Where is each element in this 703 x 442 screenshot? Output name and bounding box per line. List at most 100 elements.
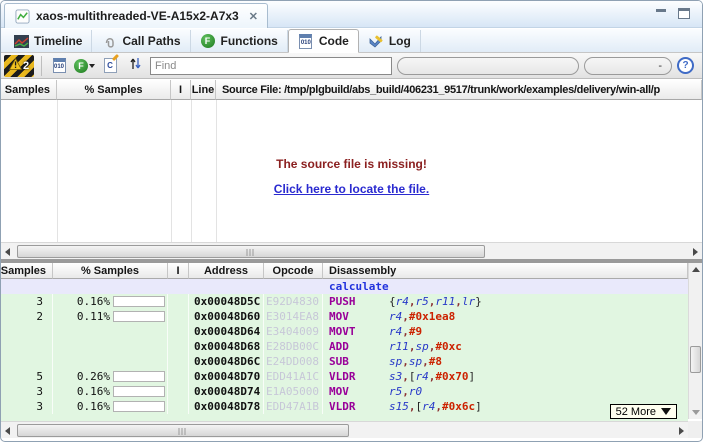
samples-cell: 3 — [1, 399, 53, 414]
tab-call-paths[interactable]: Call Paths — [92, 30, 191, 52]
mnemonic: VLDR — [329, 400, 356, 413]
column-header-samples[interactable]: Samples — [1, 80, 57, 100]
column-header-line[interactable]: Line — [191, 80, 216, 100]
function-name: calculate — [329, 280, 389, 293]
column-header-i[interactable]: I — [168, 263, 189, 279]
capture-chart-icon — [14, 8, 30, 24]
disasm-row[interactable]: 0x00048D68 E28DB00C ADD r11,sp,#0xc — [1, 339, 688, 354]
samples-cell: 3 — [1, 384, 53, 399]
source-table-header: Samples % Samples I Line Source File: /t… — [1, 80, 702, 100]
address-cell: 0x00048D74 — [189, 384, 264, 399]
tab-code[interactable]: 010 Code — [287, 29, 359, 53]
opcode-cell: EDD41A1C — [264, 369, 323, 384]
column-gridline — [191, 100, 192, 242]
scroll-down-icon[interactable] — [692, 410, 700, 415]
hscroll-thumb[interactable] — [17, 245, 485, 258]
show-code-button[interactable]: 010 — [49, 56, 69, 76]
select-function-button[interactable]: F — [74, 56, 95, 76]
editor-tab[interactable]: xaos-multithreaded-VE-A15x2-A7x3 ✕ — [4, 3, 268, 28]
tab-log[interactable]: Log — [359, 30, 421, 52]
scroll-right-icon[interactable] — [679, 427, 684, 435]
find-input[interactable] — [150, 56, 392, 75]
function-label-row[interactable]: calculate — [1, 279, 688, 294]
pct-samples-cell: 0.16% — [53, 294, 168, 309]
warnings-button[interactable]: 2 — [4, 54, 34, 77]
pct-samples-cell: 0.26% — [53, 369, 168, 384]
tab-label: Call Paths — [122, 34, 181, 48]
interesting-cell — [168, 369, 189, 384]
interesting-cell — [168, 384, 189, 399]
samples-bar — [113, 311, 165, 322]
operands: r4,#0x1ea8 — [389, 310, 456, 323]
column-header-pct-samples[interactable]: % Samples — [53, 263, 168, 279]
interesting-cell — [168, 324, 189, 339]
disassembly-cell: MOV r5,r0 — [323, 384, 688, 399]
scroll-up-icon[interactable] — [692, 267, 700, 272]
code-010-icon: 010 — [52, 58, 66, 73]
more-rows-button[interactable]: 52 More — [609, 404, 677, 419]
edit-source-button[interactable]: C — [100, 56, 120, 76]
disasm-row[interactable]: 3 0.16% 0x00048D5C E92D4830 PUSH {r4,r5,r11,l… — [1, 294, 688, 309]
tab-timeline[interactable]: Timeline — [4, 30, 93, 52]
help-button[interactable]: ? — [677, 57, 694, 74]
pct-samples-cell — [53, 354, 168, 369]
address-cell: 0x00048D70 — [189, 369, 264, 384]
scroll-left-icon[interactable] — [5, 427, 10, 435]
timeline-icon — [13, 34, 29, 49]
tab-functions[interactable]: F Functions — [191, 30, 288, 52]
tab-label: Code — [318, 34, 349, 48]
disasm-row[interactable]: 5 0.26% 0x00048D70 EDD41A1C VLDR s3,[r4,#0x70… — [1, 369, 688, 384]
column-gridline — [171, 100, 172, 242]
address-cell: 0x00048D60 — [189, 309, 264, 324]
samples-bar — [113, 371, 165, 382]
pct-samples-cell: 0.11% — [53, 309, 168, 324]
opcode-cell: EDD47A1B — [264, 399, 323, 414]
address-cell: 0x00048D64 — [189, 324, 264, 339]
source-hscrollbar[interactable] — [1, 242, 702, 259]
tab-label: Timeline — [34, 34, 83, 48]
column-header-samples[interactable]: Samples — [1, 263, 53, 279]
scroll-left-icon[interactable] — [5, 248, 10, 256]
call-paths-icon — [101, 34, 117, 49]
minimize-icon[interactable] — [656, 8, 666, 12]
maximize-icon[interactable] — [678, 8, 690, 19]
column-header-source-file[interactable]: Source File: /tmp/plgbuild/abs_build/406… — [216, 80, 702, 100]
samples-cell: 5 — [1, 369, 53, 384]
toolbar-separator — [41, 55, 42, 76]
chevron-down-icon — [661, 408, 671, 415]
interesting-cell — [168, 354, 189, 369]
functions-icon: F — [200, 34, 216, 49]
locate-file-link[interactable]: Click here to locate the file. — [1, 182, 702, 196]
editor-tab-label: xaos-multithreaded-VE-A15x2-A7x3 — [36, 9, 239, 23]
more-rows-label: 52 More — [615, 405, 656, 418]
disasm-row[interactable]: 3 0.16% 0x00048D78 EDD47A1B VLDR s15,[r4,#0x6… — [1, 399, 688, 414]
address-cell: 0x00048D68 — [189, 339, 264, 354]
column-header-disassembly[interactable]: Disassembly — [323, 263, 688, 279]
column-header-opcode[interactable]: Opcode — [264, 263, 323, 279]
samples-cell: 3 — [1, 294, 53, 309]
close-icon[interactable]: ✕ — [249, 10, 258, 23]
find-range-field[interactable]: - — [584, 56, 672, 75]
samples-bar — [113, 386, 165, 397]
hscroll-thumb[interactable] — [17, 424, 349, 437]
disasm-row[interactable]: 3 0.16% 0x00048D74 E1A05000 MOV r5,r0 — [1, 384, 688, 399]
disasm-table-header: Samples % Samples I Address Opcode Disas… — [1, 263, 688, 279]
find-scope-field[interactable] — [397, 56, 579, 75]
sort-toggle-button[interactable] — [125, 56, 145, 76]
column-header-i[interactable]: I — [171, 80, 191, 100]
vscroll-thumb[interactable] — [690, 346, 701, 373]
pct-value: 0.16% — [76, 400, 110, 413]
column-gridline — [57, 100, 58, 242]
samples-cell — [1, 324, 53, 339]
disasm-vscrollbar[interactable] — [688, 263, 702, 419]
disasm-row[interactable]: 0x00048D6C E24DD008 SUB sp,sp,#8 — [1, 354, 688, 369]
scrollbar-corner — [688, 421, 702, 438]
column-header-address[interactable]: Address — [189, 263, 264, 279]
column-header-pct-samples[interactable]: % Samples — [57, 80, 171, 100]
disasm-row[interactable]: 2 0.11% 0x00048D60 E3014EA8 MOV r4,#0x1ea8 — [1, 309, 688, 324]
disasm-hscrollbar[interactable] — [1, 421, 688, 438]
log-icon — [368, 34, 384, 49]
scroll-right-icon[interactable] — [693, 248, 698, 256]
samples-bar — [113, 401, 165, 412]
disasm-row[interactable]: 0x00048D64 E3404009 MOVT r4,#9 — [1, 324, 688, 339]
